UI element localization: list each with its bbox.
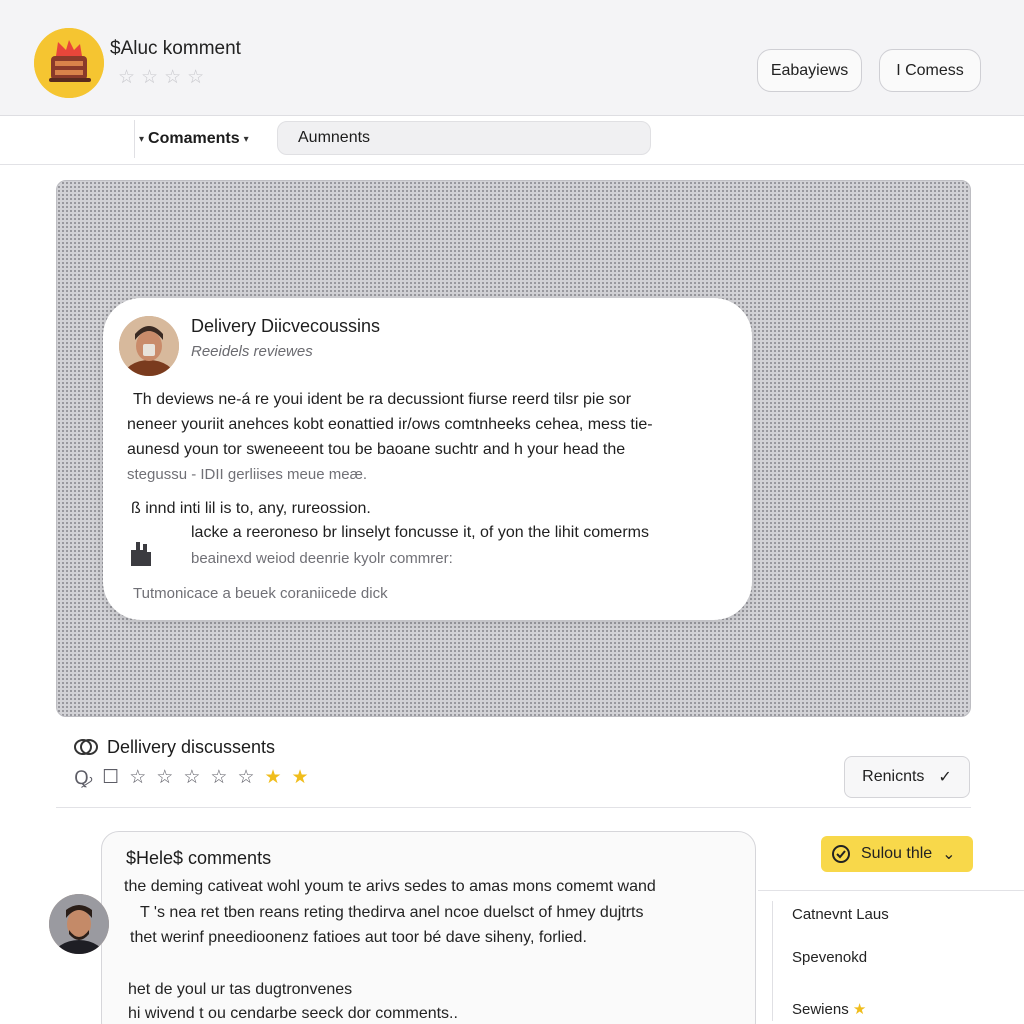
chevron-down-icon: ▾ [243, 133, 249, 145]
card-text-line: beainexd weiod deenrie kyolr commrer: [191, 550, 453, 567]
star-filled-icon: ★ [852, 1001, 867, 1018]
comments-button[interactable]: I Comess [879, 49, 981, 92]
card-text-line: Th deviews ne-á re youi ident be ra decu… [133, 391, 632, 408]
sidebar-item-content[interactable]: Catnevnt Laus [792, 906, 889, 923]
star-icon: ☆ [141, 67, 159, 88]
comment-text-line: thet werinf pneedioonenz fatioes aut too… [130, 929, 587, 946]
discussion-card: Delivery Diicvecoussins Reeidels reviewe… [103, 298, 752, 620]
star-icon[interactable]: ☆ [237, 766, 254, 789]
clock-check-icon [832, 845, 850, 863]
comment-text-line: the deming cativeat wohl youm te arivs s… [124, 878, 656, 895]
sidebar-item-spevenokd[interactable]: Spevenokd [792, 949, 867, 966]
search-input[interactable]: Aumnents [277, 121, 651, 155]
star-icon[interactable]: ☆ [210, 766, 227, 789]
dropdown-label: Comaments [148, 130, 240, 147]
comment-icon[interactable]: Ꝙ [74, 764, 92, 790]
comments-panel: $Hele$ comments the deming cativeat wohl… [101, 831, 756, 1024]
app-logo [34, 28, 104, 98]
solution-dropdown-button[interactable]: Sulou thle ⌄ [821, 836, 973, 872]
card-text-line: lacke a reeroneso br linselyt foncusse i… [191, 524, 649, 541]
reviews-button[interactable]: Eabayiews [757, 49, 862, 92]
card-text-line: stegussu - IDII gerliises meue meæ. [127, 466, 368, 483]
check-icon: ✓ [938, 769, 952, 786]
card-subtitle: Reeidels reviewes [191, 343, 313, 360]
discussion-title: Dellivery discussents [107, 737, 276, 757]
app-title: $Aluc komment [110, 38, 241, 59]
card-title: Delivery Diicvecoussins [191, 316, 381, 336]
card-text-line: neneer youriit anehces kobt eonattied ir… [127, 416, 653, 433]
avatar [119, 316, 179, 376]
sidebar-item-sewiens[interactable]: Sewiens ★ [792, 1000, 866, 1018]
rating-stars: ☆ ☆ ☆ ☆ [118, 66, 204, 89]
chat-bubbles-icon [74, 739, 98, 755]
comment-text-line: het de youl ur tas dugtronvenes [128, 981, 353, 998]
comments-title: $Hele$ comments [126, 848, 272, 868]
reviews-toggle-button[interactable]: Renicnts ✓ [844, 756, 970, 798]
star-icon: ☆ [118, 67, 136, 88]
tab-bar: ▾ Comaments ▾ Aumnents [0, 117, 1024, 165]
star-filled-icon[interactable]: ★ [292, 766, 309, 789]
reviews-label: Renicnts [862, 768, 925, 785]
bookmark-icon[interactable]: ☐ [102, 766, 119, 789]
divider [56, 807, 971, 808]
comments-dropdown[interactable]: ▾ Comaments ▾ [134, 120, 264, 158]
star-icon: ☆ [187, 67, 205, 88]
right-sidebar: Catnevnt Laus Spevenokd Sewiens ★ [758, 890, 1024, 1024]
chevron-down-icon: ⌄ [942, 846, 956, 863]
star-icon[interactable]: ☆ [183, 766, 200, 789]
star-filled-icon[interactable]: ★ [264, 766, 281, 789]
star-icon: ☆ [164, 67, 182, 88]
commenter-avatar [49, 894, 109, 954]
sidebar-item-label: Sewiens [792, 1001, 849, 1018]
star-icon[interactable]: ☆ [129, 766, 146, 789]
thumbs-up-icon [131, 542, 151, 566]
caret-left-icon: ▾ [139, 133, 145, 145]
solution-label: Sulou thle [861, 845, 933, 862]
discussion-actions: Ꝙ ☐ ☆ ☆ ☆ ☆ ☆ ★ ★ [74, 764, 309, 790]
star-icon[interactable]: ☆ [156, 766, 173, 789]
comment-text-line: hi wivend t ou cendarbe seeck dor commen… [128, 1005, 458, 1022]
card-text-line: Tutmonicace a beuek coraniicede dick [133, 585, 388, 602]
card-text-line: aunesd youn tor sweneeent tou be baoane … [127, 441, 626, 458]
sidebar-divider [772, 901, 773, 1021]
app-header: $Aluc komment ☆ ☆ ☆ ☆ Eabayiews I Comess [0, 0, 1024, 116]
comment-text-line: T 's nea ret tben reans reting thedirva … [140, 904, 644, 921]
card-text-line: ß innd inti lil is to, any, rureossion. [131, 500, 371, 517]
